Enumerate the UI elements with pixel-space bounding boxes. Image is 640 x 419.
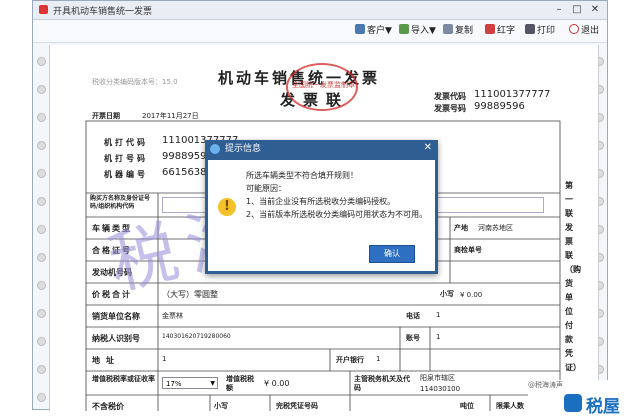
wechat-label: @税海涛声 [528, 381, 563, 389]
origin-value: 河南苏地区 [478, 224, 513, 232]
dialog-ok-button[interactable]: 确认 [369, 245, 415, 263]
maximize-button[interactable]: □ [569, 3, 585, 16]
red-letter-button[interactable]: 红字 [485, 24, 515, 38]
title-bar: 开具机动车销售统一发票 – □ ✕ [33, 1, 607, 20]
import-icon [399, 24, 409, 34]
taxid-label: 纳税人识别号 [92, 334, 140, 343]
copy-icon [443, 24, 453, 34]
address-label: 地址 [92, 356, 120, 365]
phone-value: 1 [436, 311, 441, 319]
brand-name: 税屋 [586, 397, 620, 417]
excl-price-label: 不含税价 [92, 402, 124, 411]
tax-office-value: 阳泉市辖区 [420, 374, 455, 382]
completion-label: 完税凭证号码 [276, 402, 318, 410]
machine-id-label: 机器编号 [104, 170, 148, 179]
small2-label: 小写 [214, 402, 228, 410]
dialog-close-icon[interactable]: ✕ [424, 142, 432, 153]
print-button[interactable]: 打印 [525, 24, 555, 38]
dialog-title: 提示信息 [225, 144, 262, 154]
brand-logo-icon [564, 394, 582, 412]
dialog-message: 所选车辆类型不符合填开规则！ [246, 171, 358, 180]
machine-number-label: 机打号码 [104, 154, 148, 163]
red-letter-label: 红字 [497, 26, 516, 36]
tax-office-label: 主管税务机关及代码 [354, 375, 410, 392]
copy-label: 复制 [455, 26, 474, 36]
exit-button[interactable]: 退出 [569, 24, 599, 38]
customer-icon [355, 24, 365, 34]
tax-office-code: 114030100 [420, 385, 461, 393]
exit-label: 退出 [581, 26, 600, 36]
brand-badge: @税海涛声 税屋 [528, 380, 636, 417]
exit-icon [569, 24, 579, 34]
dialog-reason-2: 2、当前版本所选税收分类编码可用状态为不可用。 [246, 210, 428, 219]
warning-icon: ! [218, 198, 236, 216]
minimize-button[interactable]: – [551, 3, 567, 16]
print-icon [525, 24, 535, 34]
app-icon [39, 5, 48, 14]
passenger-label: 限乘人数 [496, 402, 524, 410]
left-perforation [36, 45, 46, 411]
seller-name: 金票林 [162, 312, 183, 320]
account-value: 1 [436, 333, 441, 341]
import-cert-label: 商检单号 [454, 246, 482, 254]
toolbar: 客户▼ 导入▼ 复制 红字 打印 退出 [33, 20, 607, 43]
taxid-value: 140301620719280060 [162, 333, 231, 340]
seller-label: 销货单位名称 [92, 312, 140, 321]
ok-label: 确认 [384, 249, 400, 258]
copy-button[interactable]: 复制 [443, 24, 473, 38]
dialog-reason-1: 1、当前企业没有所选税收分类编码授权。 [246, 197, 396, 206]
import-button[interactable]: 导入▼ [399, 24, 436, 38]
customer-label: 客户▼ [367, 26, 392, 36]
vat-rate-select[interactable]: 17% ▼ [162, 377, 218, 389]
small-label: 小写 [440, 290, 454, 298]
print-label: 打印 [537, 26, 556, 36]
vat-amount-label: 增值税税额 [226, 375, 254, 392]
bank-value: 1 [376, 355, 381, 363]
address-value: 1 [162, 355, 167, 363]
phone-label: 电话 [406, 312, 420, 320]
machine-code-label: 机打代码 [104, 138, 148, 147]
dialog-reason-label: 可能原因： [246, 184, 286, 193]
alert-dialog: 提示信息 ✕ ! 所选车辆类型不符合填开规则！ 可能原因： 1、当前企业没有所选… [205, 140, 438, 274]
vat-rate-value: 17% [166, 380, 182, 388]
close-button[interactable]: ✕ [587, 3, 603, 16]
customer-button[interactable]: 客户▼ [355, 24, 392, 38]
bank-label: 开户银行 [336, 356, 364, 364]
account-label: 账号 [406, 334, 420, 342]
origin-label: 产地 [454, 224, 468, 232]
vat-amount-value: ¥ 0.00 [264, 379, 290, 388]
window-title: 开具机动车销售统一发票 [53, 7, 153, 17]
red-letter-icon [485, 24, 495, 34]
small-value: ¥ 0.00 [460, 291, 483, 299]
import-label: 导入▼ [411, 26, 436, 36]
chevron-down-icon: ▼ [210, 380, 215, 387]
dialog-body: ! 所选车辆类型不符合填开规则！ 可能原因： 1、当前企业没有所选税收分类编码授… [208, 160, 435, 271]
side-text: 第一联发票联（购货单位付款凭证） [565, 181, 581, 372]
tonnage-label: 吨位 [460, 402, 474, 410]
vat-rate-label: 增值税税率或征收率 [92, 375, 155, 383]
